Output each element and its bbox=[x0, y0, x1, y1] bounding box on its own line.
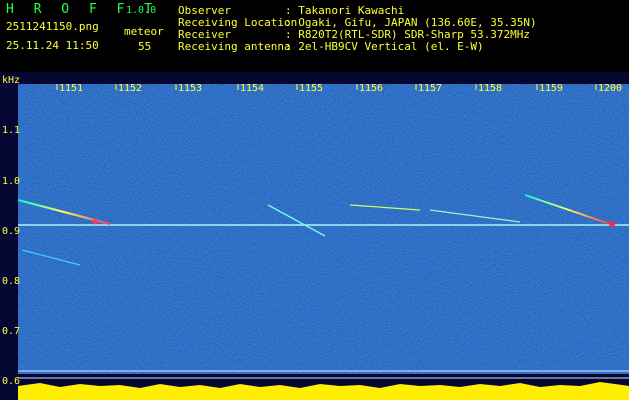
time-tick-label: 1152 bbox=[118, 83, 142, 94]
capture-datetime: 25.11.24 11:50 bbox=[6, 39, 99, 52]
freq-tick-label: 0.6 bbox=[2, 376, 20, 387]
antenna-value: : 2el-HB9CV Vertical (el. E-W) bbox=[285, 40, 484, 53]
detection-type: meteor bbox=[124, 25, 164, 38]
meteor-head bbox=[609, 221, 615, 227]
spectrogram-noise bbox=[18, 84, 629, 374]
time-tick-label: 1200 bbox=[598, 83, 622, 94]
freq-tick-label: 1.1 bbox=[2, 125, 20, 136]
time-tick-label: 1158 bbox=[478, 83, 502, 94]
time-tick-label: 1156 bbox=[359, 83, 383, 94]
meteor-head bbox=[92, 219, 98, 225]
time-tick-label: 1151 bbox=[59, 83, 83, 94]
meteor-count: 55 bbox=[138, 40, 152, 53]
freq-unit-label: kHz bbox=[2, 75, 20, 86]
app-version: 1.0.0 bbox=[126, 5, 157, 16]
time-tick-label: 1153 bbox=[178, 83, 202, 94]
freq-tick-label: 0.8 bbox=[2, 276, 20, 287]
freq-tick-label: 0.9 bbox=[2, 226, 20, 237]
header-panel: H R O F F T 1.0.0 2511241150.png meteor … bbox=[0, 0, 629, 72]
antenna-label: Receiving antenna bbox=[178, 40, 291, 53]
time-tick-label: 1159 bbox=[539, 83, 563, 94]
time-tick-label: 1154 bbox=[240, 83, 264, 94]
freq-tick-label: 0.7 bbox=[2, 326, 20, 337]
time-tick-label: 1155 bbox=[299, 83, 323, 94]
time-tick-label: 1157 bbox=[418, 83, 442, 94]
file-name: 2511241150.png bbox=[6, 20, 99, 33]
freq-tick-label: 1.0 bbox=[2, 176, 20, 187]
spectrogram-panel: kHz 1151 1152 1153 1154 1155 1156 1157 1… bbox=[0, 72, 629, 400]
